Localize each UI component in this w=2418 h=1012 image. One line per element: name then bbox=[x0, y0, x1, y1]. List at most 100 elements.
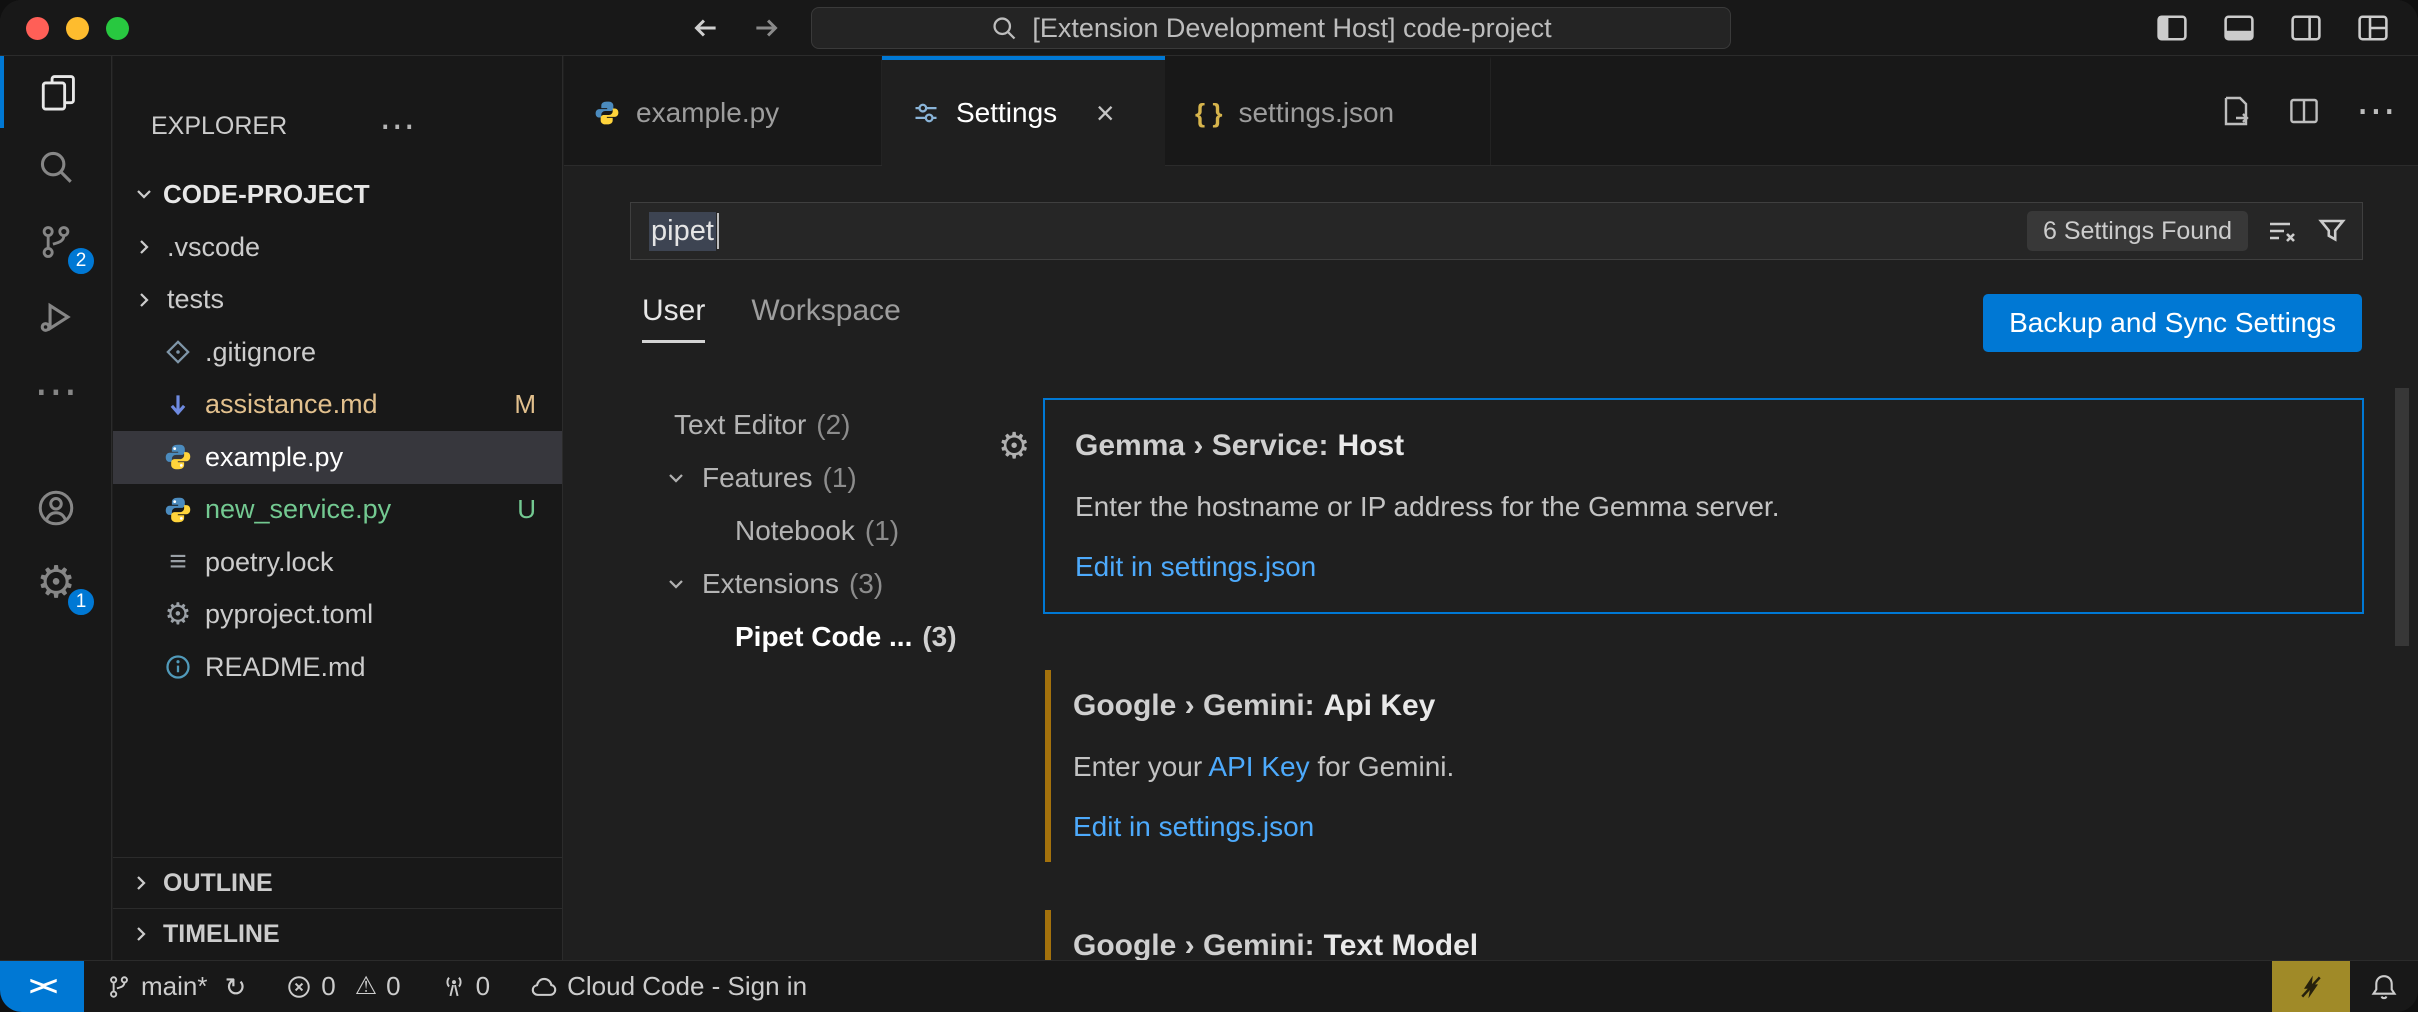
status-bar: >< main* ↻ 0 ⚠ 0 0 Cloud Code - Sign in bbox=[0, 960, 2418, 1012]
notifications-bell-icon[interactable] bbox=[2350, 961, 2418, 1012]
remote-icon: >< bbox=[29, 971, 55, 1002]
search-view-icon[interactable] bbox=[0, 131, 112, 203]
remote-indicator[interactable]: >< bbox=[0, 961, 84, 1012]
sync-icon: ↻ bbox=[224, 974, 246, 1000]
source-control-icon[interactable]: 2 bbox=[0, 206, 112, 278]
tree-item-vscode[interactable]: .vscode bbox=[113, 221, 562, 274]
chevron-down-icon bbox=[129, 182, 159, 206]
explorer-icon[interactable] bbox=[0, 56, 112, 128]
open-settings-json-icon[interactable] bbox=[2220, 95, 2252, 127]
toc-item-notebook[interactable]: Notebook(1) bbox=[564, 504, 1034, 557]
cloud-code-signin[interactable]: Cloud Code - Sign in bbox=[530, 971, 807, 1002]
close-tab-icon[interactable]: × bbox=[1087, 95, 1123, 131]
tree-item-poetry-lock[interactable]: ≡ poetry.lock bbox=[113, 536, 562, 589]
source-control-badge: 2 bbox=[66, 246, 96, 276]
cloud-icon bbox=[530, 973, 558, 1001]
tab-example-py[interactable]: example.py bbox=[564, 56, 882, 166]
markdown-icon bbox=[161, 388, 195, 422]
toggle-secondary-sidebar-icon[interactable] bbox=[2289, 11, 2323, 45]
toc-item-pipet-code[interactable]: Pipet Code ...(3) bbox=[564, 610, 1034, 663]
tree-item-gitignore[interactable]: .gitignore bbox=[113, 326, 562, 379]
tree-item-pyproject-toml[interactable]: ⚙ pyproject.toml bbox=[113, 589, 562, 642]
clear-search-filters-icon[interactable] bbox=[2266, 215, 2298, 247]
setting-actions-gear-icon[interactable]: ⚙ bbox=[998, 428, 1030, 464]
setting-gemma-service-host[interactable]: Gemma › Service:Host Enter the hostname … bbox=[1043, 398, 2364, 614]
error-icon bbox=[286, 974, 312, 1000]
setting-google-gemini-api-key[interactable]: Google › Gemini:Api Key Enter your API K… bbox=[1043, 660, 2364, 872]
more-views-icon[interactable]: ⋯ bbox=[0, 356, 112, 428]
edit-in-settings-json-link[interactable]: Edit in settings.json bbox=[1075, 551, 1316, 582]
warning-icon: ⚠ bbox=[355, 974, 377, 999]
accounts-icon[interactable] bbox=[0, 472, 112, 544]
explorer-title: EXPLORER bbox=[151, 112, 287, 141]
tree-item-example-py[interactable]: example.py bbox=[113, 431, 562, 484]
setting-title: Gemma › Service:Host bbox=[1075, 426, 2332, 466]
chevron-down-icon bbox=[664, 572, 702, 596]
customize-layout-icon[interactable] bbox=[2356, 11, 2390, 45]
lightning-off-icon bbox=[2297, 973, 2325, 1001]
setting-google-gemini-text-model[interactable]: Google › Gemini:Text Model bbox=[1043, 900, 2364, 960]
tree-item-assistance-md[interactable]: assistance.md M bbox=[113, 379, 562, 432]
timeline-section-header[interactable]: TIMELINE bbox=[113, 908, 562, 959]
tree-item-tests[interactable]: tests bbox=[113, 274, 562, 327]
explorer-sidebar: EXPLORER ⋯ CODE-PROJECT .vscode tests .g… bbox=[113, 56, 563, 960]
tab-settings[interactable]: Settings × bbox=[882, 56, 1165, 166]
tree-item-new-service-py[interactable]: new_service.py U bbox=[113, 484, 562, 537]
close-window-button[interactable] bbox=[26, 17, 49, 40]
api-key-link[interactable]: API Key bbox=[1208, 751, 1309, 782]
backup-sync-settings-button[interactable]: Backup and Sync Settings bbox=[1983, 294, 2362, 352]
toc-item-features[interactable]: Features(1) bbox=[564, 451, 1034, 504]
chevron-right-icon bbox=[129, 922, 153, 946]
project-section-header[interactable]: CODE-PROJECT bbox=[113, 168, 562, 220]
zoom-window-button[interactable] bbox=[106, 17, 129, 40]
editor-group: example.py Settings × { } settings.json … bbox=[564, 56, 2418, 960]
toggle-primary-sidebar-icon[interactable] bbox=[2155, 11, 2189, 45]
settings-gear-icon[interactable]: ⚙ 1 bbox=[0, 547, 112, 619]
results-count-badge: 6 Settings Found bbox=[2027, 211, 2248, 251]
git-branch-icon bbox=[106, 974, 132, 1000]
editor-scrollbar[interactable] bbox=[2395, 388, 2409, 646]
edit-in-settings-json-link[interactable]: Edit in settings.json bbox=[1073, 811, 1314, 842]
search-icon bbox=[990, 14, 1018, 42]
settings-toc: Text Editor(2) Features(1) Notebook(1) E… bbox=[564, 398, 1034, 663]
tree-item-readme-md[interactable]: README.md bbox=[113, 641, 562, 694]
command-center[interactable]: [Extension Development Host] code-projec… bbox=[811, 7, 1731, 49]
problems-indicator[interactable]: 0 ⚠ 0 bbox=[286, 971, 400, 1002]
search-query-text: pipet bbox=[649, 212, 716, 251]
settings-editor: pipet 6 Settings Found User Workspace Ba… bbox=[564, 166, 2418, 960]
toc-item-extensions[interactable]: Extensions(3) bbox=[564, 557, 1034, 610]
tab-settings-json[interactable]: { } settings.json bbox=[1165, 56, 1491, 166]
outline-section-header[interactable]: OUTLINE bbox=[113, 857, 562, 908]
run-debug-icon[interactable] bbox=[0, 281, 112, 353]
window-controls bbox=[26, 17, 129, 40]
minimize-window-button[interactable] bbox=[66, 17, 89, 40]
radio-tower-icon bbox=[441, 974, 467, 1000]
chevron-right-icon bbox=[129, 235, 159, 259]
chevron-right-icon bbox=[129, 288, 159, 312]
toc-item-text-editor[interactable]: Text Editor(2) bbox=[564, 398, 1034, 451]
setting-title: Google › Gemini:Text Model bbox=[1073, 926, 2334, 960]
scope-tab-workspace[interactable]: Workspace bbox=[751, 294, 901, 340]
python-icon bbox=[594, 100, 620, 126]
git-status-badge: U bbox=[517, 494, 536, 525]
command-center-title: [Extension Development Host] code-projec… bbox=[1032, 13, 1551, 44]
toggle-panel-icon[interactable] bbox=[2222, 11, 2256, 45]
chevron-down-icon bbox=[664, 466, 702, 490]
scope-tab-user[interactable]: User bbox=[642, 294, 705, 343]
settings-search-input[interactable]: pipet 6 Settings Found bbox=[630, 202, 2363, 260]
info-icon bbox=[161, 650, 195, 684]
split-editor-icon[interactable] bbox=[2288, 95, 2320, 127]
activity-bar: 2 ⋯ ⚙ 1 bbox=[0, 56, 112, 960]
back-icon[interactable] bbox=[687, 10, 723, 46]
setting-description: Enter your API Key for Gemini. bbox=[1073, 748, 2334, 786]
vscode-window: [Extension Development Host] code-projec… bbox=[0, 0, 2418, 1012]
setting-title: Google › Gemini:Api Key bbox=[1073, 686, 2334, 726]
screencast-status-item[interactable] bbox=[2272, 961, 2350, 1012]
ports-indicator[interactable]: 0 bbox=[441, 971, 490, 1002]
git-icon bbox=[161, 335, 195, 369]
branch-indicator[interactable]: main* ↻ bbox=[106, 971, 246, 1002]
lock-file-icon: ≡ bbox=[161, 545, 195, 579]
setting-description: Enter the hostname or IP address for the… bbox=[1075, 488, 2332, 526]
forward-icon[interactable] bbox=[749, 10, 785, 46]
filter-icon[interactable] bbox=[2316, 215, 2348, 247]
